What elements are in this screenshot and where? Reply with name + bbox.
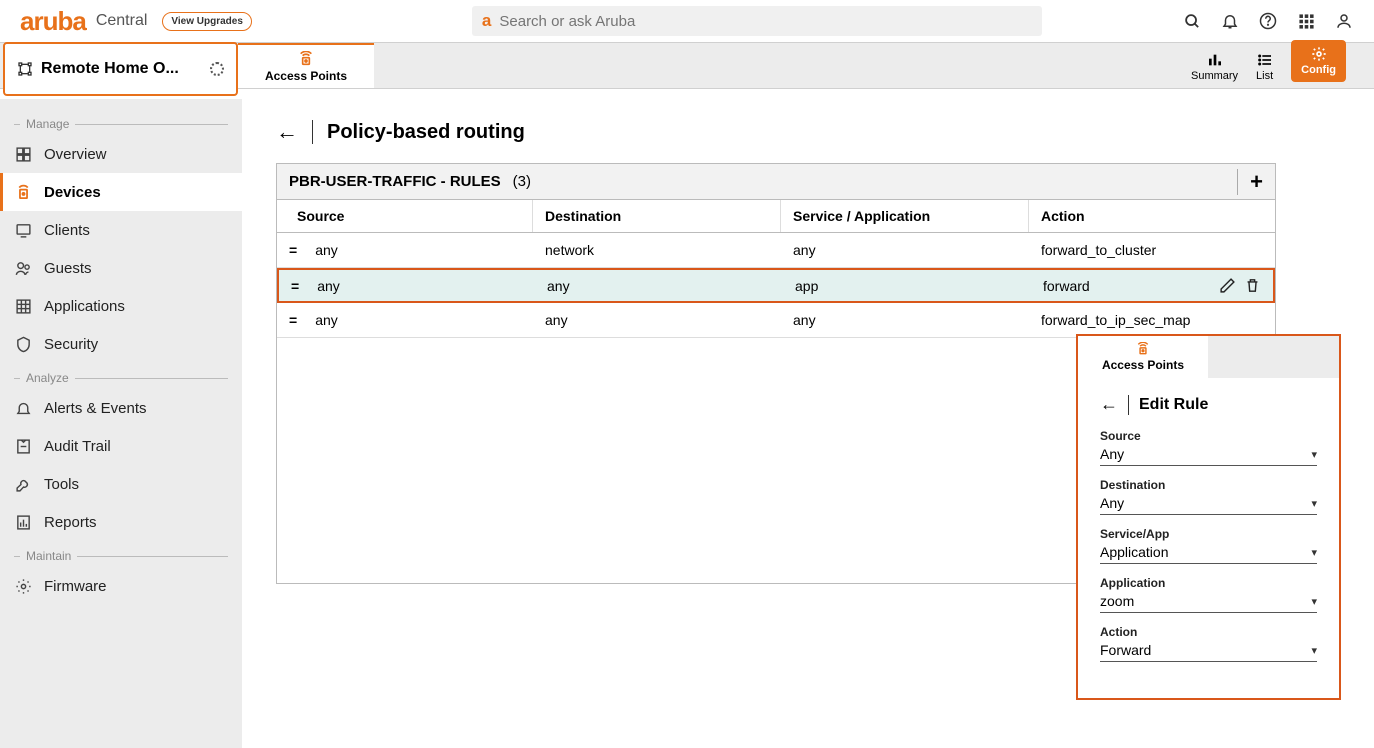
col-action: Action: [1029, 200, 1275, 232]
audit-icon: [14, 437, 32, 455]
config-icon: [1311, 46, 1327, 62]
tab-label: Access Points: [265, 69, 347, 83]
sidebar-item-devices[interactable]: Devices: [0, 173, 242, 211]
sidebar-item-clients[interactable]: Clients: [0, 211, 242, 249]
divider: [312, 120, 313, 144]
security-icon: [14, 335, 32, 353]
context-selector[interactable]: Remote Home O...: [3, 42, 238, 96]
search-icon-btn[interactable]: [1182, 11, 1202, 31]
select-destination[interactable]: Any▾: [1100, 492, 1317, 515]
sidebar-item-overview[interactable]: Overview: [0, 135, 242, 173]
chevron-down-icon: ▾: [1311, 497, 1317, 510]
select-application[interactable]: zoom▾: [1100, 590, 1317, 613]
search-icon: a: [482, 11, 491, 31]
overview-icon: [14, 145, 32, 163]
table-row[interactable]: =any network any forward_to_cluster: [277, 233, 1275, 268]
drag-icon[interactable]: =: [289, 242, 297, 258]
section-maintain: Maintain: [0, 549, 242, 563]
summary-icon: [1207, 52, 1223, 68]
sidebar-item-firmware[interactable]: Firmware: [0, 567, 242, 605]
table-row[interactable]: =any any any forward_to_ip_sec_map: [277, 303, 1275, 338]
select-serviceapp[interactable]: Application▾: [1100, 541, 1317, 564]
ap-icon: [298, 51, 314, 67]
divider: [1128, 395, 1129, 415]
tab-access-points[interactable]: Access Points: [238, 43, 374, 88]
context-icon: [17, 61, 33, 77]
mode-summary[interactable]: Summary: [1191, 52, 1238, 82]
firmware-icon: [14, 577, 32, 595]
mode-config[interactable]: Config: [1291, 40, 1346, 82]
mode-config-label: Config: [1301, 64, 1336, 76]
edit-icon[interactable]: [1219, 277, 1236, 294]
mode-list-label: List: [1256, 70, 1273, 82]
field-serviceapp: Service/App Application▾: [1100, 527, 1317, 564]
search-input[interactable]: [499, 13, 1032, 30]
col-destination: Destination: [533, 200, 781, 232]
field-action: Action Forward▾: [1100, 625, 1317, 662]
alerts-icon: [14, 399, 32, 417]
table-title: PBR-USER-TRAFFIC - RULES: [289, 173, 501, 190]
chevron-down-icon: ▾: [1311, 448, 1317, 461]
edit-rule-panel: Access Points ← Edit Rule Source Any▾ De…: [1076, 334, 1341, 700]
sidebar-item-alerts[interactable]: Alerts & Events: [0, 389, 242, 427]
panel-tab-label: Access Points: [1102, 358, 1184, 372]
brand-sub: Central: [96, 12, 148, 30]
clients-icon: [14, 221, 32, 239]
select-action[interactable]: Forward▾: [1100, 639, 1317, 662]
drag-icon[interactable]: =: [289, 312, 297, 328]
panel-tab-ap[interactable]: Access Points: [1078, 336, 1208, 378]
applications-icon: [14, 297, 32, 315]
back-button[interactable]: ←: [276, 119, 298, 145]
section-analyze: Analyze: [0, 371, 242, 385]
field-source: Source Any▾: [1100, 429, 1317, 466]
delete-icon[interactable]: [1244, 277, 1261, 294]
mode-list[interactable]: List: [1256, 52, 1273, 82]
tools-icon: [14, 475, 32, 493]
table-count: (3): [513, 173, 531, 190]
ap-icon: [1136, 342, 1150, 356]
sidebar-item-security[interactable]: Security: [0, 325, 242, 363]
col-source: Source: [277, 200, 533, 232]
drag-icon[interactable]: =: [291, 278, 299, 294]
user-icon[interactable]: [1334, 11, 1354, 31]
help-icon[interactable]: [1258, 11, 1278, 31]
sidebar-item-guests[interactable]: Guests: [0, 249, 242, 287]
add-rule-button[interactable]: +: [1237, 169, 1263, 195]
mode-summary-label: Summary: [1191, 70, 1238, 82]
sidebar-item-audit[interactable]: Audit Trail: [0, 427, 242, 465]
search-box[interactable]: a: [472, 6, 1042, 36]
sidebar-item-reports[interactable]: Reports: [0, 503, 242, 541]
brand-logo: aruba: [20, 6, 86, 37]
reports-icon: [14, 513, 32, 531]
field-destination: Destination Any▾: [1100, 478, 1317, 515]
select-source[interactable]: Any▾: [1100, 443, 1317, 466]
view-upgrades-button[interactable]: View Upgrades: [162, 12, 252, 31]
chevron-down-icon: ▾: [1311, 595, 1317, 608]
apps-icon[interactable]: [1296, 11, 1316, 31]
bell-icon[interactable]: [1220, 11, 1240, 31]
sidebar: Manage Overview Devices Clients Guests A…: [0, 99, 242, 748]
panel-back-button[interactable]: ←: [1100, 394, 1118, 415]
section-manage: Manage: [0, 117, 242, 131]
list-icon: [1257, 52, 1273, 68]
chevron-down-icon: ▾: [1311, 546, 1317, 559]
sidebar-item-applications[interactable]: Applications: [0, 287, 242, 325]
page-title: Policy-based routing: [327, 121, 525, 144]
col-service: Service / Application: [781, 200, 1029, 232]
field-application: Application zoom▾: [1100, 576, 1317, 613]
sidebar-item-tools[interactable]: Tools: [0, 465, 242, 503]
table-row-selected[interactable]: =any any app forward: [277, 268, 1275, 303]
context-title: Remote Home O...: [41, 60, 210, 78]
devices-icon: [14, 183, 32, 201]
loading-icon: [210, 62, 224, 76]
chevron-down-icon: ▾: [1311, 644, 1317, 657]
panel-title: Edit Rule: [1139, 396, 1208, 414]
guests-icon: [14, 259, 32, 277]
